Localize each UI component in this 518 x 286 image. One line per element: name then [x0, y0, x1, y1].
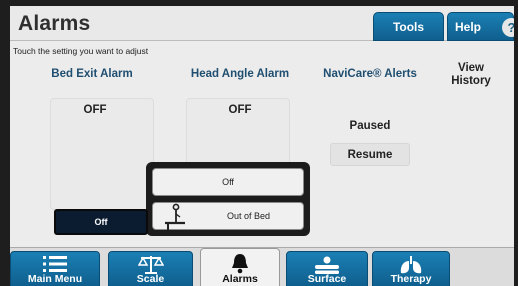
nav-therapy[interactable]: Therapy — [372, 251, 450, 286]
tools-tab[interactable]: Tools — [373, 12, 444, 41]
view-history-line1: View — [458, 62, 484, 74]
bed-exit-alarm-label[interactable]: Bed Exit Alarm — [32, 68, 152, 80]
surface-icon — [315, 256, 339, 274]
head-angle-alarm-value[interactable]: OFF — [200, 104, 280, 116]
bell-icon — [232, 254, 248, 274]
help-icon[interactable]: ? — [502, 18, 514, 37]
view-history-button[interactable]: View History — [438, 62, 504, 88]
head-angle-alarm-label[interactable]: Head Angle Alarm — [175, 68, 305, 80]
tools-tab-label: Tools — [392, 19, 425, 34]
option-off-label: Off — [222, 177, 234, 187]
bed-exit-options-dropdown: Off Out of Bed — [146, 162, 310, 236]
list-icon — [43, 256, 67, 272]
nav-surface-label: Surface — [307, 273, 347, 285]
option-out-of-bed[interactable]: Out of Bed — [152, 202, 304, 230]
resume-button[interactable]: Resume — [330, 143, 410, 166]
bed-exit-selected-value[interactable]: Off — [54, 209, 148, 235]
navicare-status: Paused — [349, 120, 391, 132]
help-tab[interactable]: Help ? — [447, 12, 514, 41]
bottom-navigation: Main Menu Scale Alarms Surface Therapy — [10, 247, 514, 286]
alarms-screen: Alarms Tools Help ? Touch the setting yo… — [10, 6, 514, 286]
navicare-alerts-label[interactable]: NaviCare® Alerts — [310, 68, 430, 80]
nav-therapy-label: Therapy — [390, 273, 432, 285]
bed-exit-icon — [165, 203, 185, 230]
nav-main-menu[interactable]: Main Menu — [10, 251, 100, 286]
bed-exit-alarm-value: OFF — [83, 104, 107, 116]
nav-surface[interactable]: Surface — [286, 251, 368, 286]
option-off[interactable]: Off — [152, 168, 304, 196]
scale-icon — [137, 256, 164, 274]
nav-alarms[interactable]: Alarms — [200, 248, 280, 286]
page-title: Alarms — [18, 12, 91, 35]
instruction-text: Touch the setting you want to adjust — [13, 46, 149, 56]
nav-main-menu-label: Main Menu — [27, 273, 83, 285]
lungs-icon — [400, 256, 422, 274]
nav-scale-label: Scale — [136, 273, 165, 285]
nav-alarms-label: Alarms — [222, 273, 258, 285]
header-bar: Alarms Tools Help ? — [10, 6, 514, 41]
option-out-of-bed-label: Out of Bed — [227, 211, 271, 221]
view-history-line2: History — [451, 75, 491, 87]
help-tab-label: Help — [455, 19, 482, 34]
nav-scale[interactable]: Scale — [108, 251, 193, 286]
